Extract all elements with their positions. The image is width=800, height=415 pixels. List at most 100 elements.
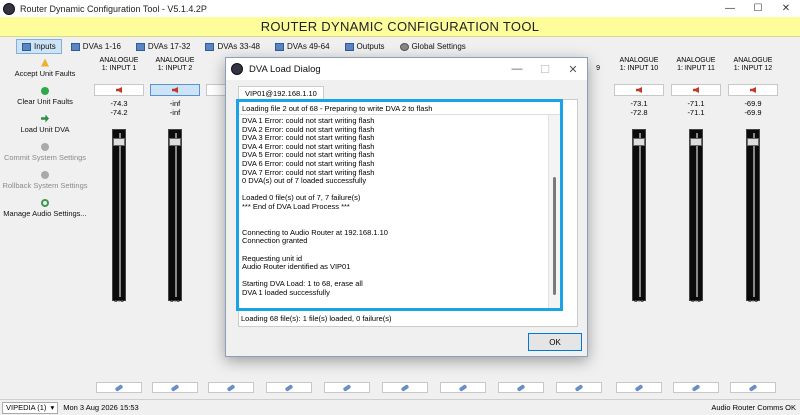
channel-settings-button[interactable]: [208, 382, 254, 393]
log-line: 0 DVA(s) out of 7 loaded successfully: [242, 176, 367, 186]
level-readout: -72.8: [630, 108, 648, 117]
tick-icon: [41, 86, 49, 95]
grid-icon: [205, 42, 215, 51]
channel-settings-button[interactable]: [382, 382, 428, 393]
fader-handle[interactable]: [690, 138, 702, 146]
key-icon: [691, 383, 701, 392]
tab-global-settings[interactable]: Global Settings: [394, 39, 472, 54]
tab-dvas-17-32[interactable]: DVAs 17-32: [130, 39, 197, 54]
fader[interactable]: [112, 129, 126, 301]
mute-button[interactable]: [150, 84, 200, 96]
channel-strip: ANALOGUE 1: INPUT 1 -74.3 -74.2 0.0: [92, 54, 146, 398]
app-title: Router Dynamic Configuration Tool - V5.1…: [20, 3, 207, 14]
log-header: Loading file 2 out of 68 - Preparing to …: [239, 102, 560, 115]
dialog-controls: — ☐ ✕: [503, 58, 587, 80]
close-button[interactable]: ✕: [772, 0, 800, 17]
mute-button[interactable]: [728, 84, 778, 96]
channel-name: ANALOGUE 1: INPUT 1: [99, 57, 139, 72]
load-unit-dva-button[interactable]: Load Unit DVA: [0, 110, 90, 138]
level-readout: -74.2: [110, 108, 128, 117]
app-banner: ROUTER DYNAMIC CONFIGURATION TOOL: [0, 17, 800, 37]
tab-outputs[interactable]: Outputs: [339, 39, 391, 54]
tab-dvas-1-16[interactable]: DVAs 1-16: [65, 39, 127, 54]
level-readout: -74.3: [110, 99, 128, 108]
channel-settings-button[interactable]: [440, 382, 486, 393]
action-panel: Accept Unit Faults Clear Unit Faults Loa…: [0, 54, 90, 399]
gain-value: 0.0: [169, 295, 181, 304]
clear-unit-faults-button[interactable]: Clear Unit Faults: [0, 82, 90, 110]
channel-settings-button[interactable]: [324, 382, 370, 393]
key-icon: [114, 383, 124, 392]
dialog-title: DVA Load Dialog: [249, 63, 321, 75]
level-readout: -69.9: [744, 99, 762, 108]
grid-icon: [22, 42, 31, 51]
log-line: *** End of DVA Load Process ***: [242, 201, 350, 211]
key-icon: [284, 383, 294, 392]
dialog-close-button[interactable]: ✕: [559, 58, 587, 80]
manage-audio-settings-button[interactable]: Manage Audio Settings...: [0, 194, 90, 222]
mute-button[interactable]: [671, 84, 721, 96]
gain-value: 0.0: [690, 295, 702, 304]
mute-button[interactable]: [94, 84, 144, 96]
fader[interactable]: [746, 129, 760, 301]
channel-strip: ANALOGUE 1: INPUT 10 -73.1 -72.8 0.0: [612, 54, 666, 398]
fader-handle[interactable]: [633, 138, 645, 146]
gain-value: 0.0: [633, 295, 645, 304]
level-readout: -69.9: [744, 108, 762, 117]
ok-button[interactable]: OK: [528, 333, 582, 351]
log-scrollbar[interactable]: [548, 115, 560, 308]
fader-handle[interactable]: [169, 138, 181, 146]
rollback-system-settings-button[interactable]: Rollback System Settings: [0, 166, 90, 194]
dialog-maximize-button[interactable]: ☐: [531, 58, 559, 80]
unit-select[interactable]: VIPEDIA (1) ▾: [2, 401, 59, 414]
mute-button[interactable]: [614, 84, 664, 96]
channel-settings-button[interactable]: [616, 382, 662, 393]
gear-icon: [399, 42, 409, 51]
scrollbar-thumb[interactable]: [553, 177, 556, 295]
commit-system-settings-button[interactable]: Commit System Settings: [0, 138, 90, 166]
channel-settings-button[interactable]: [266, 382, 312, 393]
status-datetime: Mon 3 Aug 2026 15:53: [63, 403, 139, 412]
fader[interactable]: [168, 129, 182, 301]
grid-icon: [135, 42, 145, 51]
fader[interactable]: [689, 129, 703, 301]
fader-handle[interactable]: [747, 138, 759, 146]
channel-strip: ANALOGUE 1: INPUT 2 -inf -inf 0.0: [148, 54, 202, 398]
channel-settings-button[interactable]: [730, 382, 776, 393]
tab-inputs[interactable]: Inputs: [16, 39, 62, 54]
grid-icon: [274, 42, 284, 51]
gain-value: 0.0: [747, 295, 759, 304]
tab-unit[interactable]: VIP01@192.168.1.10: [238, 86, 324, 100]
speaker-icon: [750, 87, 756, 93]
key-icon: [634, 383, 644, 392]
key-icon: [400, 383, 410, 392]
speaker-icon: [172, 87, 178, 93]
app-logo-icon: [3, 2, 15, 15]
commit-icon: [41, 142, 49, 151]
app-titlebar: Router Dynamic Configuration Tool - V5.1…: [0, 0, 800, 17]
key-icon: [342, 383, 352, 392]
channel-settings-button[interactable]: [673, 382, 719, 393]
tab-dvas-33-48[interactable]: DVAs 33-48: [199, 39, 266, 54]
log-line: DVA 1 loaded successfully: [242, 287, 330, 297]
key-icon: [574, 383, 584, 392]
minimize-button[interactable]: —: [716, 0, 744, 17]
tab-dvas-49-64[interactable]: DVAs 49-64: [269, 39, 336, 54]
fader[interactable]: [632, 129, 646, 301]
fader-handle[interactable]: [113, 138, 125, 146]
level-readout: -71.1: [687, 99, 705, 108]
speaker-icon: [693, 87, 699, 93]
key-icon: [516, 383, 526, 392]
warning-icon: [41, 58, 49, 67]
channel-settings-button[interactable]: [152, 382, 198, 393]
speaker-icon: [636, 87, 642, 93]
grid-icon: [344, 42, 354, 51]
channel-settings-button[interactable]: [498, 382, 544, 393]
channel-settings-button[interactable]: [96, 382, 142, 393]
dialog-minimize-button[interactable]: —: [503, 58, 531, 80]
maximize-button[interactable]: ☐: [744, 0, 772, 17]
arrow-icon: [41, 114, 49, 123]
channel-settings-button[interactable]: [556, 382, 602, 393]
accept-unit-faults-button[interactable]: Accept Unit Faults: [0, 54, 90, 82]
